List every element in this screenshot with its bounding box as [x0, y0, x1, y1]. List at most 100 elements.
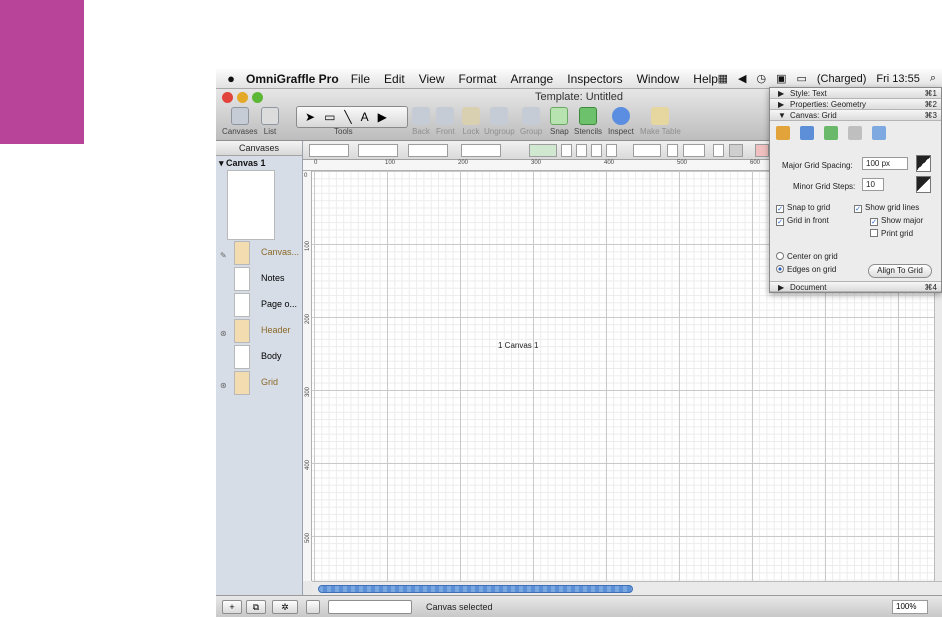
ungroup-button[interactable]: Ungroup	[484, 107, 515, 136]
diagram-layout-tab-icon[interactable]	[872, 126, 886, 140]
shared-layer-icon[interactable]: ⊛	[220, 381, 227, 390]
canvas-title-text[interactable]: 1 Canvas 1	[498, 341, 538, 350]
layout-tab-icon[interactable]	[824, 126, 838, 140]
back-button[interactable]: Back	[412, 107, 430, 136]
app-menu[interactable]: OmniGraffle Pro	[246, 72, 339, 86]
show-grid-lines-checkbox[interactable]: ✓ Show grid lines	[854, 203, 919, 213]
timemachine-icon[interactable]: ◷	[756, 72, 766, 85]
text-tool-icon[interactable]: A	[361, 110, 369, 124]
show-major-checkbox[interactable]: ✓ Show major	[870, 216, 923, 226]
snap-button[interactable]: Snap	[550, 107, 569, 136]
shape-style-button[interactable]	[606, 144, 617, 157]
ungroup-label: Ungroup	[484, 127, 515, 136]
disclosure-triangle-icon[interactable]: ▶	[778, 282, 784, 293]
spaces-icon[interactable]: ▦	[718, 72, 728, 85]
menu-window[interactable]: Window	[637, 72, 680, 86]
menu-inspectors[interactable]: Inspectors	[567, 72, 622, 86]
layer-swatch	[234, 345, 250, 369]
grid-tab-icon[interactable]	[800, 126, 814, 140]
more-tools-icon[interactable]: ▶	[378, 110, 387, 124]
menu-arrange[interactable]: Arrange	[511, 72, 554, 86]
canvas-list-item[interactable]: ▾ Canvas 1	[216, 156, 302, 171]
layer-page-overlay[interactable]: Page o...	[216, 293, 303, 318]
lock-icon	[462, 107, 480, 125]
shadow-button[interactable]	[729, 144, 743, 157]
battery-status[interactable]: (Charged)	[817, 73, 867, 85]
zoom-select[interactable]: 100%	[892, 600, 928, 614]
layer-canvas[interactable]: ✎ Canvas...	[216, 241, 303, 266]
disclosure-triangle-icon[interactable]: ▶	[778, 88, 784, 99]
major-grid-color-well[interactable]	[916, 155, 931, 172]
clock[interactable]: Fri 13:55	[876, 73, 919, 85]
layer-grid[interactable]: ⊛ Grid	[216, 371, 303, 396]
grid-in-front-checkbox[interactable]: ✓ Grid in front	[776, 216, 829, 226]
major-grid-spacing-field[interactable]: 100 px	[862, 157, 908, 170]
center-on-grid-radio[interactable]: Center on grid	[776, 252, 838, 261]
menu-help[interactable]: Help	[693, 72, 718, 86]
front-button[interactable]: Front	[436, 107, 455, 136]
stencils-button[interactable]: Stencils	[574, 107, 602, 136]
x-position-field[interactable]	[309, 144, 349, 157]
battery-icon[interactable]: ▭	[796, 72, 806, 85]
fill-swatch[interactable]	[306, 600, 320, 614]
disclosure-open-icon[interactable]: ▼	[778, 110, 786, 121]
menu-file[interactable]: File	[351, 72, 370, 86]
align-to-grid-button[interactable]: Align To Grid	[868, 264, 932, 278]
canvases-toggle-button[interactable]: Canvases	[222, 107, 258, 136]
pointer-tool-icon[interactable]: ➤	[305, 110, 315, 124]
height-field[interactable]	[461, 144, 501, 157]
shared-layer-icon[interactable]: ⊛	[220, 329, 227, 338]
line-swatch[interactable]	[328, 600, 412, 614]
canvases-toggle-label: Canvases	[222, 127, 258, 136]
group-button[interactable]: Group	[520, 107, 542, 136]
checkbox-label: Show major	[881, 216, 924, 225]
inspector-section-document[interactable]: ▶ Document ⌘4	[770, 281, 941, 292]
list-toggle-button[interactable]: List	[261, 107, 279, 136]
horizontal-scrollbar[interactable]	[312, 581, 942, 595]
layer-header[interactable]: ⊛ Header	[216, 319, 303, 344]
apple-menu-icon[interactable]: ●	[216, 71, 246, 86]
shape-tool-icon[interactable]: ▭	[324, 110, 335, 124]
display-icon[interactable]: ▣	[776, 72, 786, 85]
minor-grid-color-well[interactable]	[916, 176, 931, 193]
inspector-section-style[interactable]: ▶ Style: Text ⌘1	[770, 88, 941, 99]
shape-style-button[interactable]	[561, 144, 572, 157]
inspector-section-properties[interactable]: ▶ Properties: Geometry ⌘2	[770, 99, 941, 110]
line-tool-icon[interactable]: ╲	[344, 110, 351, 124]
layer-notes[interactable]: Notes	[216, 267, 303, 292]
menu-format[interactable]: Format	[459, 72, 497, 86]
pencil-icon[interactable]: ✎	[220, 251, 227, 260]
stroke-style-button[interactable]	[667, 144, 678, 157]
snap-to-grid-checkbox[interactable]: ✓ Snap to grid	[776, 203, 830, 213]
menu-edit[interactable]: Edit	[384, 72, 405, 86]
canvas-size-tab-icon[interactable]	[776, 126, 790, 140]
stroke-stepper[interactable]	[713, 144, 724, 157]
minor-grid-steps-field[interactable]: 10	[862, 178, 884, 191]
shape-style-button[interactable]	[576, 144, 587, 157]
section-title: Properties: Geometry	[790, 100, 867, 109]
add-layer-button[interactable]: ⧉	[246, 600, 266, 614]
lock-button[interactable]: Lock	[462, 107, 480, 136]
shape-style-button[interactable]	[591, 144, 602, 157]
make-table-button[interactable]: Make Table	[640, 107, 681, 136]
fill-color-well[interactable]	[529, 144, 557, 157]
edges-on-grid-radio[interactable]: Edges on grid	[776, 265, 836, 274]
inspect-button[interactable]: Inspect	[608, 107, 634, 136]
menu-view[interactable]: View	[419, 72, 445, 86]
width-field[interactable]	[408, 144, 448, 157]
stroke-color-well[interactable]	[633, 144, 661, 157]
add-canvas-button[interactable]: +	[222, 600, 242, 614]
spotlight-icon[interactable]: ⌕	[930, 72, 936, 85]
background-tab-icon[interactable]	[848, 126, 862, 140]
stroke-width-field[interactable]	[683, 144, 705, 157]
layer-body[interactable]: Body	[216, 345, 303, 370]
canvas-thumbnail[interactable]	[227, 170, 275, 240]
action-menu-button[interactable]: ✲	[272, 600, 298, 614]
disclosure-triangle-icon[interactable]: ▶	[778, 99, 784, 110]
volume-icon[interactable]: ◀	[738, 72, 746, 85]
print-grid-checkbox[interactable]: Print grid	[870, 229, 913, 238]
inspector-section-canvas[interactable]: ▼ Canvas: Grid ⌘3	[770, 110, 941, 121]
y-position-field[interactable]	[358, 144, 398, 157]
scroll-thumb[interactable]	[318, 585, 633, 593]
magnet-button[interactable]	[755, 144, 769, 157]
